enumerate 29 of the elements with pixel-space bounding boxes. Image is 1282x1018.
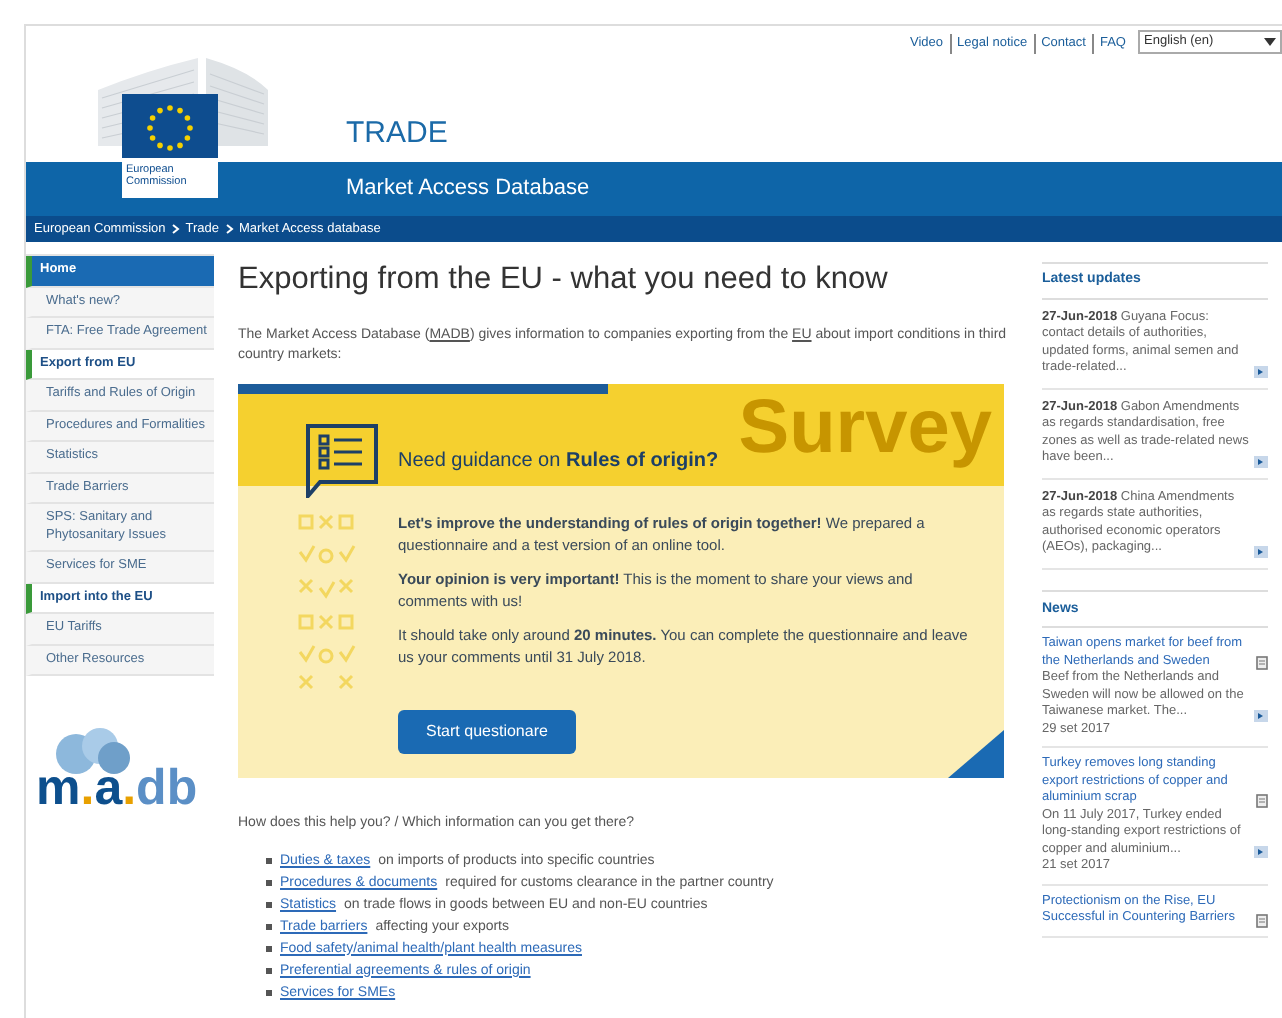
bullet-icon — [266, 923, 272, 930]
corner-triangle-icon — [948, 730, 1004, 779]
eu-flag-icon — [122, 94, 218, 162]
cloud-logo-icon — [52, 728, 132, 776]
checklist-icon — [302, 422, 382, 499]
chevron-icon — [225, 224, 234, 234]
bullet-icon — [266, 989, 272, 996]
bullet-icon — [266, 879, 272, 886]
bullet-icon — [266, 857, 272, 864]
site-title: TRADE — [346, 118, 448, 148]
bullet-icon — [266, 967, 272, 974]
start-questionnaire-button[interactable]: Start questionare — [398, 710, 576, 755]
document-icon — [1256, 793, 1268, 807]
survey-heading: Need guidance on Rules of origin? — [398, 448, 719, 477]
bullet-icon — [266, 945, 272, 952]
bullet-icon — [266, 901, 272, 908]
page-title: Exporting from the EU - what you need to know — [238, 260, 890, 300]
more-arrow-icon — [1254, 365, 1268, 377]
more-arrow-icon — [1254, 846, 1268, 858]
document-icon — [1256, 656, 1268, 670]
site-subtitle: Market Access Database — [346, 174, 590, 205]
dropdown-caret-icon — [1264, 38, 1276, 46]
more-arrow-icon — [1254, 455, 1268, 467]
more-arrow-icon — [1254, 545, 1268, 557]
more-arrow-icon — [1254, 709, 1268, 721]
document-icon — [1256, 913, 1268, 927]
logo-text: m.a.db — [36, 764, 198, 814]
chevron-icon — [171, 224, 180, 234]
survey-watermark: Survey — [738, 390, 992, 467]
